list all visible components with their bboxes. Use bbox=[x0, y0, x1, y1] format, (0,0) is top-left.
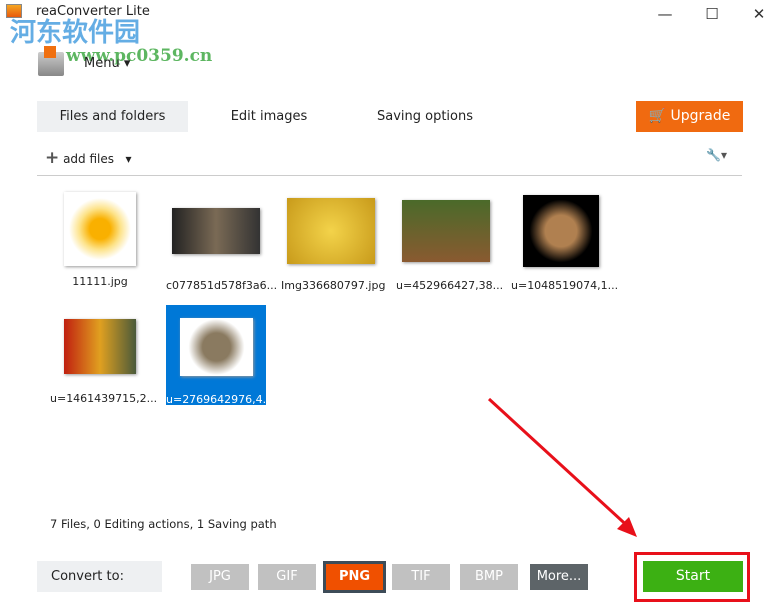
thumbnail bbox=[287, 198, 375, 264]
close-button[interactable]: ✕ bbox=[744, 4, 774, 24]
plus-icon: + bbox=[45, 148, 60, 168]
format-tif[interactable]: TIF bbox=[392, 564, 450, 590]
menu-label: Menu bbox=[84, 56, 120, 71]
thumbnail bbox=[179, 318, 253, 376]
format-gif[interactable]: GIF bbox=[258, 564, 316, 590]
file-item[interactable]: 11111.jpg bbox=[50, 192, 150, 289]
file-name: u=1461439715,2... bbox=[50, 392, 158, 405]
file-item[interactable]: Img336680797.jpg bbox=[281, 198, 386, 293]
tab-edit-images[interactable]: Edit images bbox=[194, 101, 344, 132]
thumbnail bbox=[402, 200, 490, 262]
thumbnail bbox=[64, 319, 136, 374]
maximize-button[interactable]: ☐ bbox=[697, 4, 727, 24]
file-item[interactable]: c077851d578f3a6... bbox=[166, 208, 278, 293]
format-more[interactable]: More... bbox=[530, 564, 588, 590]
divider bbox=[37, 175, 742, 176]
tab-saving-options[interactable]: Saving options bbox=[350, 101, 500, 132]
file-item[interactable]: u=452966427,38... bbox=[396, 200, 504, 293]
chevron-down-icon: ▾ bbox=[125, 152, 132, 166]
file-name: u=2769642976,4... bbox=[166, 393, 274, 406]
file-item[interactable]: u=1461439715,2... bbox=[50, 319, 158, 406]
format-jpg[interactable]: JPG bbox=[191, 564, 249, 590]
annotation-arrow bbox=[487, 397, 637, 537]
file-item-selected[interactable]: u=2769642976,4... bbox=[166, 305, 274, 406]
file-name: Img336680797.jpg bbox=[281, 279, 386, 292]
add-files-label: add files bbox=[63, 152, 115, 166]
thumbnail bbox=[523, 195, 599, 267]
wrench-icon[interactable]: 🔧▾ bbox=[706, 148, 727, 162]
printer-icon[interactable] bbox=[38, 46, 64, 76]
format-png[interactable]: PNG bbox=[323, 561, 386, 593]
wrench-glyph: 🔧 bbox=[706, 148, 721, 162]
file-name: 11111.jpg bbox=[72, 275, 128, 288]
convert-to-label: Convert to: bbox=[37, 561, 162, 592]
status-text: 7 Files, 0 Editing actions, 1 Saving pat… bbox=[50, 517, 277, 531]
start-button[interactable]: Start bbox=[643, 561, 743, 592]
format-bmp[interactable]: BMP bbox=[460, 564, 518, 590]
file-item[interactable]: u=1048519074,1... bbox=[511, 195, 619, 293]
thumbnail bbox=[64, 192, 136, 266]
file-name: u=1048519074,1... bbox=[511, 279, 619, 292]
file-name: c077851d578f3a6... bbox=[166, 279, 278, 292]
upgrade-label: Upgrade bbox=[670, 108, 731, 124]
chevron-down-icon: ▾ bbox=[123, 56, 131, 71]
watermark: 河东软件园 bbox=[10, 18, 141, 48]
tab-files-and-folders[interactable]: Files and folders bbox=[37, 101, 188, 132]
minimize-button[interactable]: — bbox=[650, 4, 680, 24]
file-name: u=452966427,38... bbox=[396, 279, 504, 292]
upgrade-button[interactable]: 🛒 Upgrade bbox=[636, 101, 743, 132]
menu-button[interactable]: Menu ▾ bbox=[84, 56, 130, 71]
add-files-button[interactable]: + add files ▾ bbox=[45, 148, 132, 168]
cart-icon: 🛒 bbox=[648, 108, 667, 124]
thumbnail bbox=[172, 208, 260, 254]
